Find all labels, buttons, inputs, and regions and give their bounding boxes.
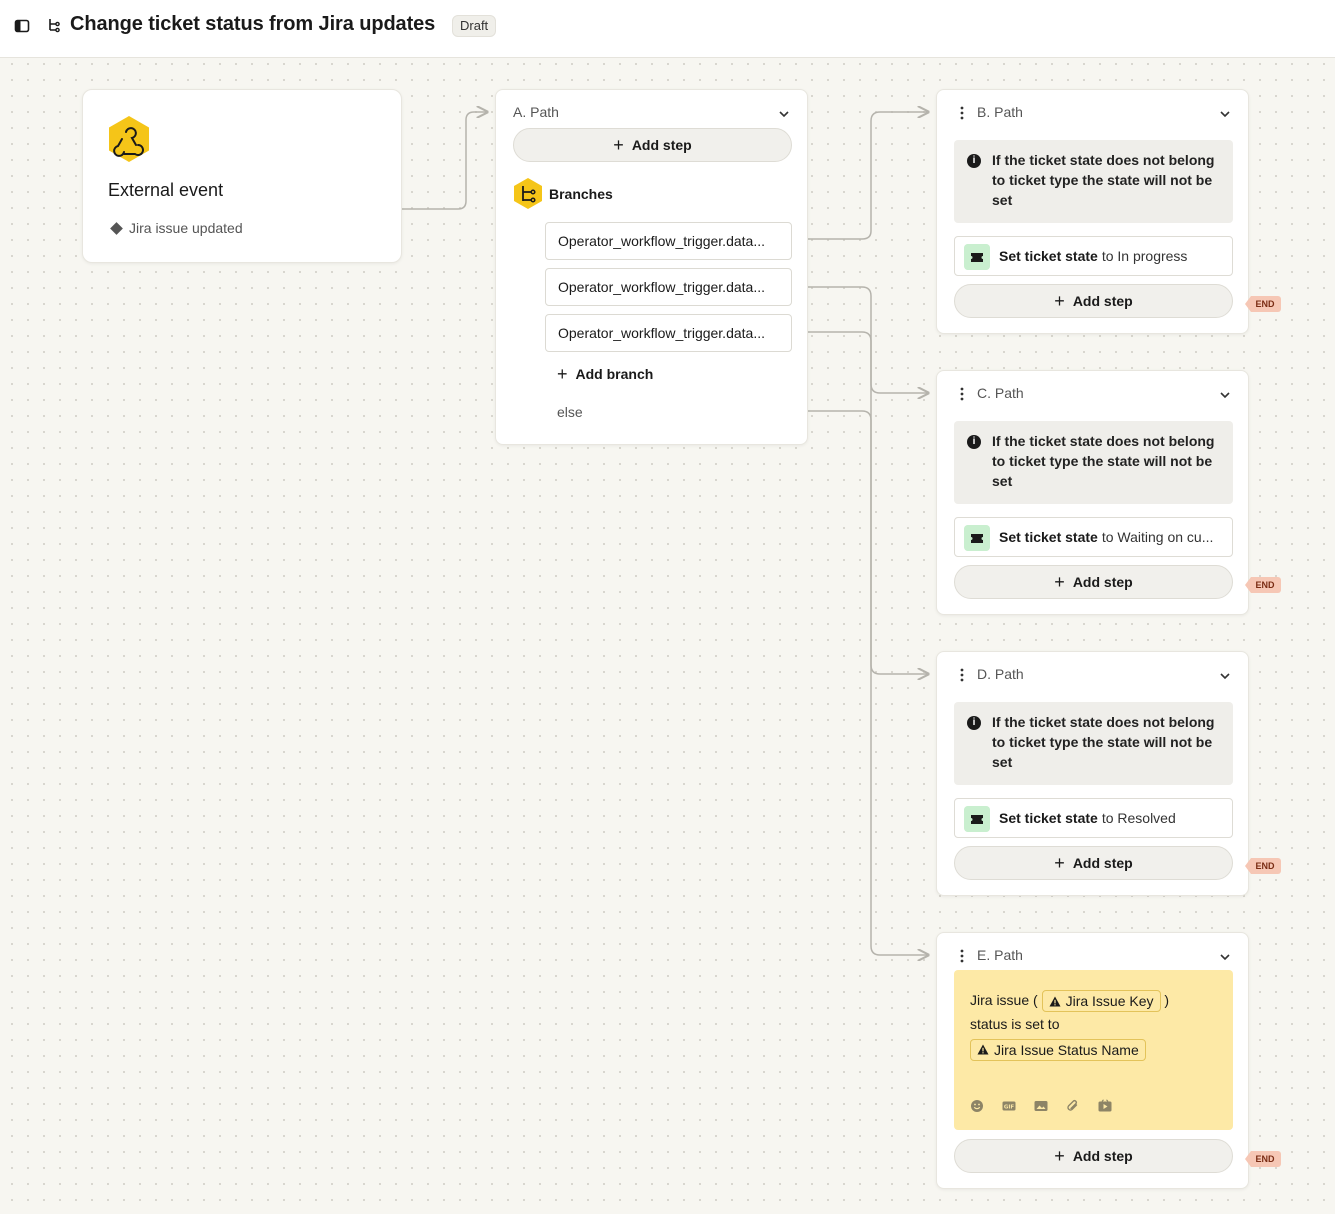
attachment-icon[interactable] <box>1066 1099 1080 1113</box>
image-icon[interactable] <box>1034 1099 1048 1113</box>
jira-issue-status-chip[interactable]: Jira Issue Status Name <box>970 1038 1146 1061</box>
set-ticket-state-action[interactable]: Set ticket state to In progress <box>954 236 1233 276</box>
ticket-icon <box>964 244 990 270</box>
action-value: to In progress <box>1101 248 1188 264</box>
info-icon: i <box>967 716 981 730</box>
path-e-add-step-button[interactable]: + Add step <box>954 1139 1233 1173</box>
emoji-icon[interactable] <box>970 1099 984 1113</box>
trigger-title: External event <box>108 180 224 200</box>
message-line-2: status is set to <box>970 1016 1060 1033</box>
add-step-label: Add step <box>1072 574 1133 590</box>
chevron-down-icon[interactable] <box>1219 670 1231 682</box>
info-icon: i <box>967 154 981 168</box>
plus-icon: + <box>1054 291 1065 311</box>
path-c-label: C. Path <box>977 385 1024 401</box>
top-bar: Change ticket status from Jira updates D… <box>0 0 1335 58</box>
path-d-add-step-button[interactable]: + Add step <box>954 846 1233 880</box>
end-tag: END <box>1245 577 1281 593</box>
branch-condition-3[interactable]: Operator_workflow_trigger.data... <box>545 314 792 352</box>
gif-icon[interactable]: GIF <box>1002 1099 1016 1113</box>
chevron-down-icon[interactable] <box>1219 389 1231 401</box>
message-text: ) <box>1164 992 1170 1008</box>
add-step-label: Add step <box>1072 855 1133 871</box>
info-text: If the ticket state does not belong to t… <box>992 152 1215 208</box>
more-options-icon[interactable] <box>960 949 964 963</box>
path-a-label: A. Path <box>513 104 559 120</box>
message-line-1: Jira issue ( Jira Issue Key ) <box>970 988 1233 1013</box>
add-step-label: Add step <box>1072 1148 1133 1164</box>
info-text: If the ticket state does not belong to t… <box>992 433 1215 489</box>
message-composer[interactable]: Jira issue ( Jira Issue Key ) status is … <box>954 970 1233 1130</box>
message-text: Jira issue ( <box>970 992 1038 1008</box>
path-a-add-step-button[interactable]: + Add step <box>513 128 792 162</box>
info-notice: i If the ticket state does not belong to… <box>954 140 1233 223</box>
jira-issue-key-chip[interactable]: Jira Issue Key <box>1041 990 1161 1013</box>
path-c-add-step-button[interactable]: + Add step <box>954 565 1233 599</box>
sidebar-toggle-icon[interactable] <box>14 18 30 34</box>
composer-toolbar: GIF <box>970 1099 1112 1113</box>
info-text: If the ticket state does not belong to t… <box>992 714 1215 770</box>
more-options-icon[interactable] <box>960 387 964 401</box>
path-e-label: E. Path <box>977 947 1023 963</box>
set-ticket-state-action[interactable]: Set ticket state to Resolved <box>954 798 1233 838</box>
trigger-event-name: Jira issue updated <box>129 220 243 236</box>
branch-condition-2[interactable]: Operator_workflow_trigger.data... <box>545 268 792 306</box>
ticket-icon <box>964 525 990 551</box>
set-ticket-state-action[interactable]: Set ticket state to Waiting on cu... <box>954 517 1233 557</box>
end-tag: END <box>1245 296 1281 312</box>
branches-label: Branches <box>549 186 613 202</box>
plus-icon: + <box>1054 1146 1065 1166</box>
more-options-icon[interactable] <box>960 106 964 120</box>
add-step-label: Add step <box>1072 293 1133 309</box>
path-c-card: C. Path i If the ticket state does not b… <box>936 370 1249 615</box>
trigger-subtitle: Jira issue updated <box>110 220 243 236</box>
add-step-label: Add step <box>631 137 692 153</box>
info-notice: i If the ticket state does not belong to… <box>954 421 1233 504</box>
end-tag: END <box>1245 858 1281 874</box>
path-a-card: A. Path + Add step Branches Operator_wor… <box>495 89 808 445</box>
webhook-icon <box>109 116 149 162</box>
chip-label: Jira Issue Key <box>1065 993 1154 1010</box>
info-notice: i If the ticket state does not belong to… <box>954 702 1233 785</box>
path-b-card: B. Path i If the ticket state does not b… <box>936 89 1249 334</box>
page-title: Change ticket status from Jira updates <box>70 13 436 35</box>
action-name: Set ticket state <box>999 248 1098 264</box>
path-d-label: D. Path <box>977 666 1024 682</box>
add-branch-label: Add branch <box>575 366 654 382</box>
warning-icon <box>1049 996 1061 1007</box>
chevron-down-icon[interactable] <box>778 108 790 120</box>
add-branch-button[interactable]: + Add branch <box>557 364 654 384</box>
branches-icon <box>514 178 542 209</box>
end-tag: END <box>1245 1151 1281 1167</box>
path-d-card: D. Path i If the ticket state does not b… <box>936 651 1249 896</box>
status-badge: Draft <box>452 15 497 37</box>
info-icon: i <box>967 435 981 449</box>
path-b-label: B. Path <box>977 104 1023 120</box>
plus-icon: + <box>1054 572 1065 592</box>
else-label: else <box>557 404 583 420</box>
action-name: Set ticket state <box>999 529 1098 545</box>
action-name: Set ticket state <box>999 810 1098 826</box>
video-icon[interactable] <box>1098 1099 1112 1113</box>
path-b-add-step-button[interactable]: + Add step <box>954 284 1233 318</box>
ticket-icon <box>964 806 990 832</box>
warning-icon <box>977 1044 989 1055</box>
chevron-down-icon[interactable] <box>1219 108 1231 120</box>
chevron-down-icon[interactable] <box>1219 951 1231 963</box>
more-options-icon[interactable] <box>960 668 964 682</box>
trigger-card[interactable]: External event Jira issue updated <box>82 89 402 263</box>
workflow-icon <box>49 19 60 33</box>
action-value: to Waiting on cu... <box>1101 529 1214 545</box>
svg-text:GIF: GIF <box>1004 1104 1015 1110</box>
plus-icon: + <box>613 135 624 155</box>
path-e-card: E. Path Jira issue ( Jira Issue Key ) st… <box>936 932 1249 1189</box>
branch-condition-1[interactable]: Operator_workflow_trigger.data... <box>545 222 792 260</box>
plus-icon: + <box>557 364 568 384</box>
plus-icon: + <box>1054 853 1065 873</box>
action-value: to Resolved <box>1101 810 1176 826</box>
chip-label: Jira Issue Status Name <box>994 1041 1139 1058</box>
message-line-3: Jira Issue Status Name <box>970 1036 1233 1061</box>
event-diamond-icon <box>110 221 123 235</box>
